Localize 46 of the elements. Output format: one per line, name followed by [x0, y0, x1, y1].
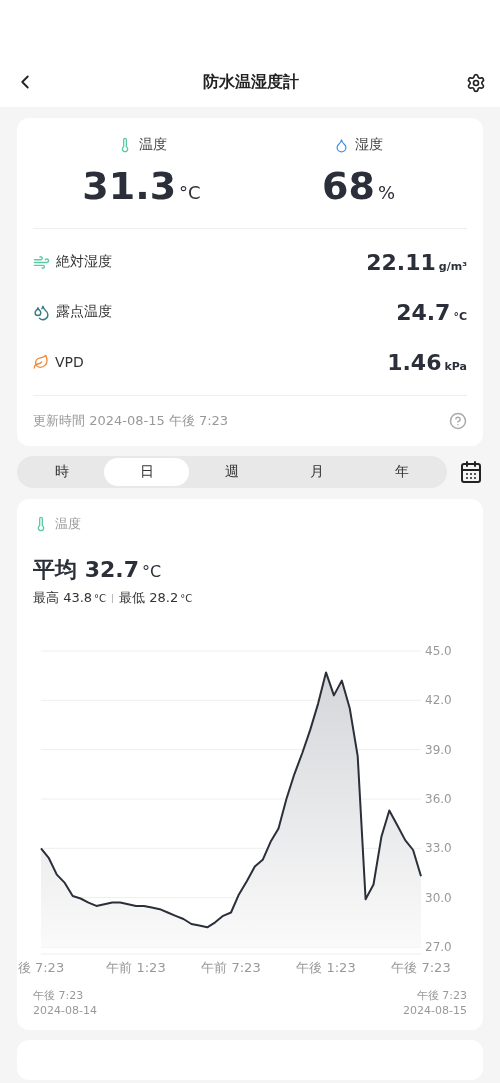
leaf-icon — [33, 354, 49, 370]
metric-label: 露点温度 — [56, 303, 112, 321]
droplet-icon — [334, 137, 349, 153]
metric-label: 絶対湿度 — [56, 253, 112, 271]
max-value: 最高 43.8°C — [33, 589, 107, 607]
droplets-icon — [33, 303, 50, 321]
reading-label: 湿度 — [355, 136, 383, 154]
x-tick-label: 後 7:23 — [17, 960, 65, 975]
y-tick-label: 36.0 — [425, 792, 452, 806]
y-tick-label: 39.0 — [425, 742, 452, 757]
calendar-icon — [459, 460, 483, 484]
period-tab[interactable]: 日 — [104, 458, 190, 486]
period-tab[interactable]: 時 — [19, 458, 105, 486]
end-date: 2024-08-15 — [403, 1003, 467, 1018]
reading-value: 31.3°C — [82, 164, 201, 208]
x-tick-label: 午後 1:23 — [296, 960, 356, 975]
period-tab[interactable]: 年 — [359, 458, 445, 486]
period-tab[interactable]: 月 — [274, 458, 360, 486]
metric-value: 1.46 kPa — [387, 349, 467, 375]
y-tick-label: 27.0 — [425, 940, 452, 954]
reading-value: 68% — [322, 164, 395, 208]
update-time: 更新時間 2024-08-15 午後 7:23 — [33, 412, 229, 430]
metric-value: 22.11 g/m³ — [366, 249, 467, 275]
calendar-button[interactable] — [459, 460, 483, 484]
metric-label: VPD — [55, 354, 84, 370]
reading-label: 温度 — [138, 136, 167, 154]
end-time: 午後 7:23 — [415, 988, 467, 1003]
x-tick-label: 午前 7:23 — [201, 960, 261, 975]
x-tick-label: 午前 1:23 — [106, 960, 166, 975]
page-title: 防水温湿度計 — [203, 72, 299, 93]
y-tick-label: 42.0 — [425, 693, 452, 708]
metric-value: 24.7°C — [396, 299, 467, 325]
wind-icon — [33, 253, 50, 271]
min-value: 最低 28.2°C — [119, 589, 193, 607]
period-tab[interactable]: 週 — [189, 458, 275, 486]
start-time: 午後 7:23 — [33, 988, 85, 1003]
help-icon — [449, 412, 467, 430]
settings-button[interactable] — [466, 73, 486, 93]
y-tick-label: 30.0 — [425, 890, 452, 905]
settings-icon — [466, 73, 486, 93]
y-tick-label: 33.0 — [425, 841, 452, 856]
chart-label: 温度 — [55, 515, 81, 533]
x-tick-label: 午後 7:23 — [391, 960, 451, 975]
average-value: 平均 32.7°C — [33, 556, 163, 584]
start-date: 2024-08-14 — [33, 1003, 97, 1018]
y-tick-label: 45.0 — [425, 644, 452, 658]
